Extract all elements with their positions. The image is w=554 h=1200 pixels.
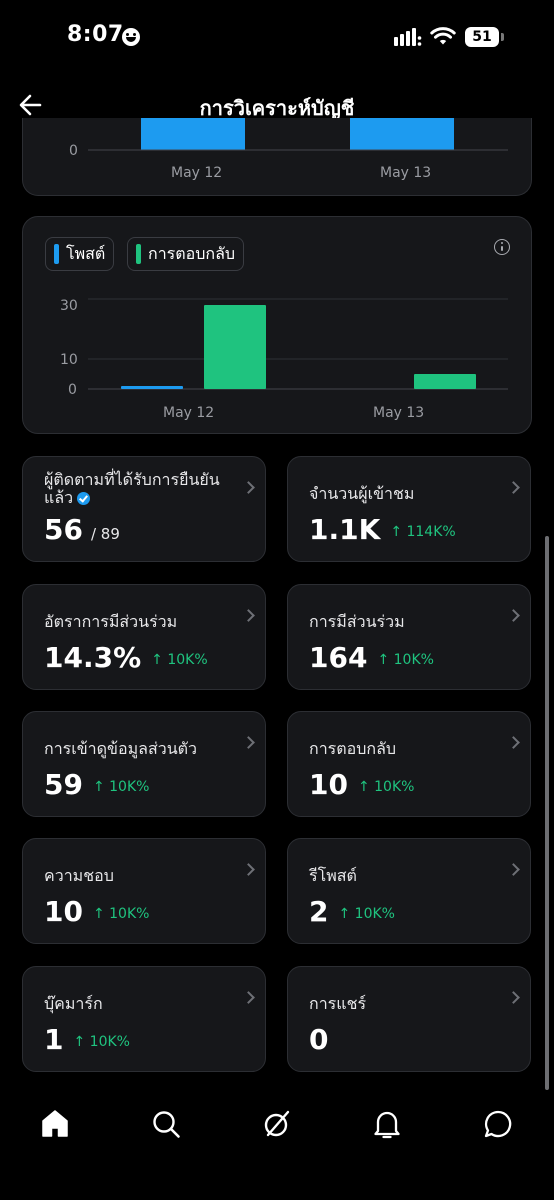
card-label-text: ผู้ติดตามที่ได้รับการยืนยันแล้ว (44, 470, 220, 507)
chevron-right-icon (507, 609, 520, 622)
card-label: การเข้าดูข้อมูลส่วนตัว (44, 739, 198, 758)
card-value: 14.3% (44, 641, 142, 674)
card-label: อัตราการมีส่วนร่วม (44, 612, 178, 631)
chart-top-xtick-may12: May 12 (171, 165, 222, 181)
chart-bar-posts-may-12 (121, 386, 183, 389)
status-bar: 8:07 51 (0, 0, 554, 80)
card-label: การมีส่วนร่วม (309, 612, 405, 631)
card-label: การตอบกลับ (309, 739, 397, 758)
card-label: ความชอบ (44, 866, 114, 885)
battery-indicator: 51 (465, 27, 499, 47)
chart-bar-replies-may-13 (414, 374, 476, 389)
chart-top-bar-may13 (350, 118, 454, 150)
card-profile-visits[interactable]: การเข้าดูข้อมูลส่วนตัว 59 ↑ 10K% (22, 711, 266, 817)
card-value-row: 10 ↑ 10K% (44, 895, 149, 928)
card-likes[interactable]: ความชอบ 10 ↑ 10K% (22, 838, 266, 944)
bottom-nav (0, 1090, 554, 1200)
cellular-signal-icon (394, 28, 422, 46)
chevron-right-icon (242, 863, 255, 876)
card-delta: ↑ 10K% (92, 906, 150, 922)
status-time: 8:07 (67, 22, 124, 47)
verified-badge-icon (77, 492, 91, 505)
chart-tick-0: 0 (68, 382, 77, 398)
chevron-right-icon (507, 991, 520, 1004)
card-value-row: 10 ↑ 10K% (309, 768, 414, 801)
chart-top: 0 May 12 May 13 (69, 118, 508, 181)
card-value-row: 1.1K ↑ 114K% (309, 513, 456, 546)
chart-panel-top: 0 May 12 May 13 (22, 118, 532, 196)
chevron-right-icon (242, 609, 255, 622)
card-value: 10 (309, 768, 348, 801)
chart-top-tick-0: 0 (69, 143, 78, 159)
card-delta: ↑ 10K% (73, 1034, 130, 1050)
card-delta: ↑ 10K% (92, 779, 150, 795)
chart-top-xtick-may13: May 13 (380, 165, 431, 181)
card-label: รีโพสต์ (309, 866, 357, 885)
card-value: 10 (44, 895, 83, 928)
card-value: 1.1K (309, 513, 381, 546)
card-delta: ↑ 10K% (151, 652, 208, 668)
battery-cap (501, 33, 504, 41)
chevron-right-icon (507, 863, 520, 876)
card-value: 56 (44, 513, 83, 546)
card-value-row: 0 (309, 1023, 328, 1056)
message-icon[interactable] (482, 1108, 514, 1140)
card-value: 2 (309, 895, 329, 928)
card-value-row: 59 ↑ 10K% (44, 768, 149, 801)
chart-bar-replies-may-12 (204, 305, 266, 389)
card-replies[interactable]: การตอบกลับ 10 ↑ 10K% (287, 711, 531, 817)
card-value: 164 (309, 641, 368, 674)
card-label: ผู้ติดตามที่ได้รับการยืนยันแล้ว (44, 471, 225, 507)
chevron-right-icon (242, 736, 255, 749)
smiley-icon (122, 28, 140, 46)
card-bookmarks[interactable]: บุ๊คมาร์ก 1 ↑ 10K% (22, 966, 266, 1072)
chevron-right-icon (507, 736, 520, 749)
scrollbar[interactable] (545, 536, 549, 1090)
card-delta: ↑ 10K% (357, 779, 415, 795)
home-icon[interactable] (39, 1108, 71, 1140)
card-engagement-rate[interactable]: อัตราการมีส่วนร่วม 14.3% ↑ 10K% (22, 584, 266, 690)
chart-top-bar-may12 (141, 118, 245, 150)
card-impressions[interactable]: จำนวนผู้เข้าชม 1.1K ↑ 114K% (287, 456, 531, 562)
card-label: การแชร์ (309, 994, 367, 1013)
chart-tick-30: 30 (60, 298, 78, 314)
card-value-row: 14.3% ↑ 10K% (44, 641, 208, 674)
card-value-row: 164 ↑ 10K% (309, 641, 434, 674)
card-label: จำนวนผู้เข้าชม (309, 484, 415, 503)
chevron-right-icon (242, 481, 255, 494)
card-value-row: 1 ↑ 10K% (44, 1023, 130, 1056)
card-value: 0 (309, 1023, 329, 1056)
card-delta: ↑ 10K% (338, 906, 395, 922)
chart-posts-replies: 30 10 0 May 12 May 13 (60, 298, 508, 421)
card-shares[interactable]: การแชร์ 0 (287, 966, 531, 1072)
card-label: บุ๊คมาร์ก (44, 994, 103, 1013)
card-value: 1 (44, 1023, 64, 1056)
chart-tick-10: 10 (60, 352, 78, 368)
search-icon[interactable] (150, 1108, 182, 1140)
card-delta: ↑ 10K% (377, 652, 434, 668)
card-reposts[interactable]: รีโพสต์ 2 ↑ 10K% (287, 838, 531, 944)
card-total: / 89 (90, 525, 120, 543)
chart-xtick-may13: May 13 (373, 405, 424, 421)
card-value-row: 56 / 89 (44, 513, 120, 546)
bell-icon[interactable] (371, 1108, 403, 1140)
card-delta: ↑ 114K% (390, 524, 456, 540)
chevron-right-icon (507, 481, 520, 494)
grok-icon[interactable] (261, 1108, 293, 1140)
chart-xtick-may12: May 12 (163, 405, 214, 421)
card-verified-followers[interactable]: ผู้ติดตามที่ได้รับการยืนยันแล้ว 56 / 89 (22, 456, 266, 562)
chevron-right-icon (242, 991, 255, 1004)
wifi-icon (430, 27, 456, 45)
card-value-row: 2 ↑ 10K% (309, 895, 395, 928)
chart-panel-posts-replies: โพสต์ การตอบกลับ 30 10 0 May 12 May 13 (22, 216, 532, 434)
card-value: 59 (44, 768, 83, 801)
card-engagements[interactable]: การมีส่วนร่วม 164 ↑ 10K% (287, 584, 531, 690)
